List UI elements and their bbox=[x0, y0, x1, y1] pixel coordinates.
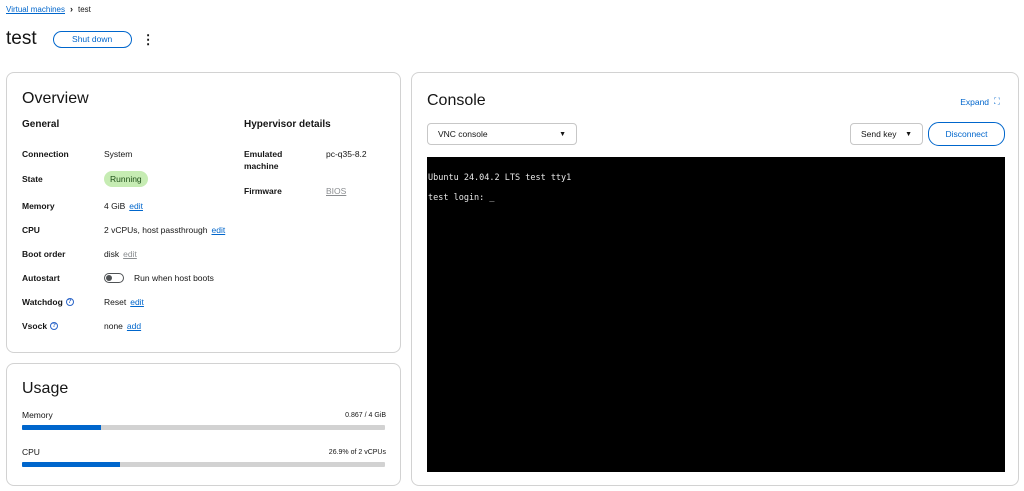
watchdog-value: Reset bbox=[104, 297, 127, 307]
boot-order-edit-link: edit bbox=[123, 249, 137, 259]
watchdog-row: Watchdog ? Reset edit bbox=[22, 297, 144, 307]
emulated-machine-row: Emulated machine pc-q35-8.2 bbox=[244, 149, 367, 171]
chevron-down-icon: ▼ bbox=[559, 130, 566, 138]
usage-title: Usage bbox=[22, 380, 69, 397]
state-running-badge: Running bbox=[104, 171, 148, 187]
memory-edit-link[interactable]: edit bbox=[129, 201, 143, 211]
send-key-label: Send key bbox=[861, 129, 897, 139]
usage-cpu-value: 26.9% of 2 vCPUs bbox=[328, 449, 386, 456]
connection-label: Connection bbox=[22, 149, 69, 159]
autostart-row: Autostart Run when host boots bbox=[22, 273, 214, 283]
cpu-value: 2 vCPUs, host passthrough bbox=[104, 225, 208, 235]
page-header: test Shut down ⋮ bbox=[6, 28, 155, 50]
breadcrumb-current: test bbox=[78, 4, 91, 14]
page-title: test bbox=[6, 28, 37, 49]
breadcrumb: Virtual machines › test bbox=[6, 4, 91, 14]
breadcrumb-separator-icon: › bbox=[70, 4, 73, 14]
hypervisor-section-title: Hypervisor details bbox=[244, 119, 331, 130]
shut-down-button[interactable]: Shut down bbox=[52, 30, 132, 48]
emulated-machine-label-line-1: Emulated bbox=[244, 149, 283, 159]
vsock-add-link[interactable]: add bbox=[127, 321, 141, 331]
usage-memory-label: Memory bbox=[22, 410, 53, 420]
connection-row: Connection System bbox=[22, 149, 132, 159]
state-label: State bbox=[22, 174, 43, 184]
memory-row: Memory 4 GiB edit bbox=[22, 201, 143, 211]
breadcrumb-virtual-machines-link[interactable]: Virtual machines bbox=[6, 5, 65, 14]
chevron-down-icon: ▼ bbox=[905, 130, 912, 138]
cpu-row: CPU 2 vCPUs, host passthrough edit bbox=[22, 225, 225, 235]
console-title: Console bbox=[427, 92, 486, 109]
console-type-value: VNC console bbox=[438, 129, 488, 139]
vsock-value: none bbox=[104, 321, 123, 331]
emulated-machine-label: Emulated machine bbox=[244, 149, 326, 171]
connection-value: System bbox=[104, 149, 133, 159]
emulated-machine-value: pc-q35-8.2 bbox=[326, 149, 367, 159]
watchdog-edit-link[interactable]: edit bbox=[130, 297, 144, 307]
cpu-edit-link[interactable]: edit bbox=[211, 225, 225, 235]
general-section-title: General bbox=[22, 119, 60, 130]
autostart-value: Run when host boots bbox=[134, 273, 214, 283]
memory-label: Memory bbox=[22, 201, 55, 211]
console-card: Console Expand ⛶ VNC console ▼ Send key … bbox=[411, 72, 1019, 486]
emulated-machine-label-line-2: machine bbox=[244, 161, 279, 171]
usage-cpu-label: CPU bbox=[22, 447, 40, 457]
memory-value: 4 GiB bbox=[104, 201, 126, 211]
disconnect-button[interactable]: Disconnect bbox=[928, 122, 1005, 146]
boot-order-value: disk bbox=[104, 249, 120, 259]
expand-icon: ⛶ bbox=[994, 96, 1000, 106]
memory-usage-bar-fill bbox=[22, 425, 101, 430]
state-row: State Running bbox=[22, 171, 148, 187]
autostart-label: Autostart bbox=[22, 273, 60, 283]
expand-button[interactable]: Expand ⛶ bbox=[960, 96, 1000, 107]
autostart-toggle[interactable] bbox=[104, 273, 124, 283]
console-type-select[interactable]: VNC console ▼ bbox=[427, 123, 577, 145]
memory-usage-bar bbox=[22, 425, 385, 430]
firmware-value-link: BIOS bbox=[326, 186, 347, 196]
vsock-label: Vsock bbox=[22, 321, 48, 331]
terminal-line: Ubuntu 24.04.2 LTS test tty1 bbox=[428, 173, 572, 183]
vnc-console-screen[interactable]: Ubuntu 24.04.2 LTS test tty1 test login: … bbox=[427, 157, 1005, 472]
boot-order-label: Boot order bbox=[22, 249, 66, 259]
expand-label: Expand bbox=[960, 96, 990, 107]
send-key-dropdown[interactable]: Send key ▼ bbox=[850, 123, 923, 145]
usage-card: Usage Memory 0.867 / 4 GiB CPU 26.9% of … bbox=[6, 363, 401, 486]
boot-order-row: Boot order disk edit bbox=[22, 249, 137, 259]
terminal-line: test login: _ bbox=[428, 193, 495, 203]
firmware-label: Firmware bbox=[244, 186, 282, 196]
watchdog-help-icon[interactable]: ? bbox=[65, 298, 74, 306]
cpu-usage-bar-fill bbox=[22, 462, 120, 467]
vsock-help-icon[interactable]: ? bbox=[50, 322, 59, 330]
overview-card: Overview General Hypervisor details Conn… bbox=[6, 72, 401, 353]
firmware-row: Firmware BIOS bbox=[244, 186, 346, 196]
kebab-menu-icon[interactable]: ⋮ bbox=[142, 33, 155, 46]
overview-title: Overview bbox=[22, 90, 89, 107]
cpu-label: CPU bbox=[22, 225, 40, 235]
watchdog-label: Watchdog bbox=[22, 297, 63, 307]
cpu-usage-bar bbox=[22, 462, 385, 467]
vsock-row: Vsock ? none add bbox=[22, 321, 141, 331]
usage-memory-value: 0.867 / 4 GiB bbox=[345, 412, 386, 419]
